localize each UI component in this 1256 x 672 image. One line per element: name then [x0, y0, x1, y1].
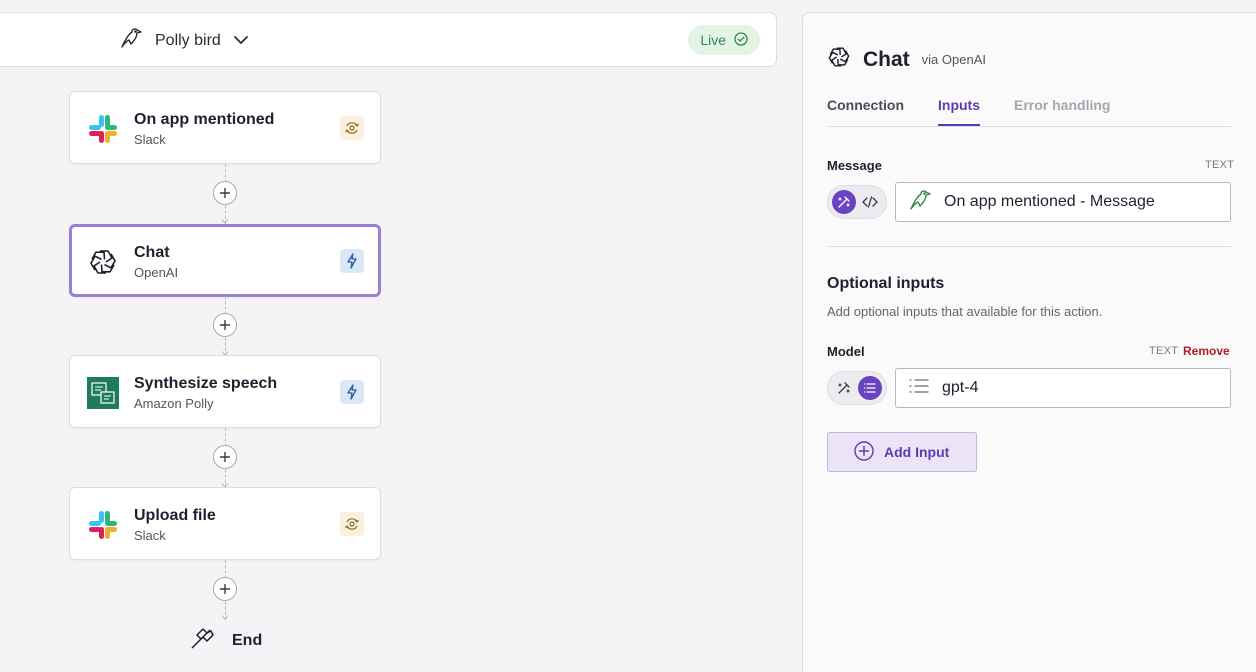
add-step-button[interactable] [213, 577, 237, 601]
trigger-icon [340, 512, 364, 536]
node-app: Slack [134, 132, 166, 147]
model-type: TEXT [1149, 345, 1179, 357]
node-title: On app mentioned [134, 111, 275, 128]
slack-logo-icon [86, 112, 119, 145]
openai-logo-icon [827, 45, 851, 74]
chevron-down-icon [233, 32, 249, 50]
magic-wand-icon[interactable] [832, 190, 856, 214]
tab-error-handling[interactable]: Error handling [1014, 97, 1110, 126]
trigger-icon [340, 116, 364, 140]
flow-node-synthesize-speech[interactable]: Synthesize speech Amazon Polly [69, 355, 381, 428]
panel-header: Chat via OpenAI [827, 45, 986, 74]
node-title: Upload file [134, 507, 216, 524]
flow-node-upload-file[interactable]: Upload file Slack [69, 487, 381, 560]
add-input-label: Add Input [884, 444, 950, 460]
add-step-button[interactable] [213, 313, 237, 337]
add-input-button[interactable]: Add Input [827, 432, 977, 472]
optional-inputs-title: Optional inputs [827, 275, 945, 292]
add-step-button[interactable] [213, 445, 237, 469]
divider [827, 246, 1231, 247]
message-label: Message [827, 158, 882, 173]
arrow-down-icon [221, 615, 229, 620]
panel-tabs: Connection Inputs Error handling [827, 97, 1231, 127]
lightning-icon [340, 249, 364, 273]
model-label: Model [827, 344, 865, 359]
node-app: Amazon Polly [134, 396, 214, 411]
list-icon[interactable] [858, 376, 882, 400]
panel-subtitle: via OpenAI [921, 52, 986, 67]
slack-logo-icon [86, 508, 119, 541]
add-step-button[interactable] [213, 181, 237, 205]
model-value: gpt-4 [942, 379, 979, 396]
panel-title: Chat [863, 47, 910, 71]
model-mode-toggle[interactable] [827, 371, 887, 405]
optional-inputs-description: Add optional inputs that available for t… [827, 304, 1103, 319]
flow-name: Polly bird [155, 31, 221, 49]
end-label: End [232, 631, 263, 649]
list-icon [908, 378, 930, 399]
tab-connection[interactable]: Connection [827, 97, 904, 126]
flow-selector[interactable]: Polly bird [119, 27, 249, 54]
tab-inputs[interactable]: Inputs [938, 97, 980, 126]
bird-icon [908, 189, 932, 216]
message-mode-toggle[interactable] [827, 185, 887, 219]
flow-end: End [190, 626, 262, 655]
node-app: OpenAI [134, 265, 179, 280]
check-circle-icon [734, 31, 748, 49]
message-value: On app mentioned - Message [944, 193, 1155, 210]
plus-circle-icon [854, 440, 874, 464]
openai-logo-icon [86, 245, 119, 278]
flow-node-on-app-mentioned[interactable]: On app mentioned Slack [69, 91, 381, 164]
flow-header: Polly bird Live [0, 12, 777, 67]
node-app: Slack [134, 528, 166, 543]
bird-icon [119, 27, 143, 54]
flow-node-chat[interactable]: Chat OpenAI [69, 224, 381, 297]
flag-icon [190, 626, 216, 655]
message-type: TEXT [1205, 159, 1235, 171]
amazon-polly-logo-icon [86, 376, 119, 409]
remove-model-button[interactable]: Remove [1183, 344, 1230, 358]
step-config-panel: Chat via OpenAI Connection Inputs Error … [802, 12, 1256, 672]
model-select[interactable]: gpt-4 [895, 368, 1231, 408]
status-label: Live [700, 32, 726, 48]
code-icon[interactable] [858, 190, 882, 214]
lightning-icon [340, 380, 364, 404]
status-badge: Live [688, 25, 760, 55]
message-input[interactable]: On app mentioned - Message [895, 182, 1231, 222]
node-title: Synthesize speech [134, 375, 278, 392]
node-title: Chat [134, 244, 170, 261]
magic-wand-icon[interactable] [832, 376, 856, 400]
